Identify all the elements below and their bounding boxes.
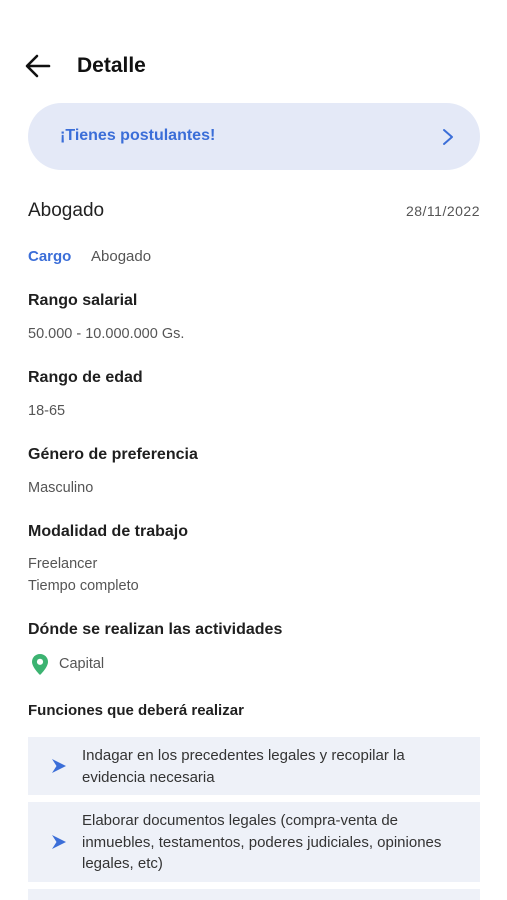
function-item: Elaborar documentos legales (compra-vent… bbox=[28, 802, 480, 882]
function-item-text: Elaborar documentos legales (compra-vent… bbox=[82, 812, 442, 872]
applicants-banner-text: ¡Tienes postulantes! bbox=[60, 127, 216, 144]
arrow-right-icon bbox=[52, 835, 66, 849]
map-pin-icon bbox=[32, 654, 48, 675]
job-date: 28/11/2022 bbox=[405, 203, 480, 219]
page-title: Detalle bbox=[77, 54, 146, 77]
age-heading: Rango de edad bbox=[28, 369, 143, 386]
gender-value: Masculino bbox=[28, 480, 94, 496]
modality-value-freelancer: Freelancer bbox=[28, 556, 98, 572]
modality-value-fulltime: Tiempo completo bbox=[28, 578, 139, 594]
gender-heading: Género de preferencia bbox=[28, 446, 198, 463]
applicants-banner[interactable]: ¡Tienes postulantes! bbox=[28, 103, 480, 170]
job-title: Abogado bbox=[28, 200, 105, 221]
modality-heading: Modalidad de trabajo bbox=[28, 523, 189, 540]
function-item-text: Indagar en los precedentes legales y rec… bbox=[82, 747, 405, 786]
chevron-right-icon bbox=[443, 129, 453, 145]
salary-value: 50.000 - 10.000.000 Gs. bbox=[28, 326, 185, 342]
function-item: Indagar en los precedentes legales y rec… bbox=[28, 737, 480, 795]
location-value: Capital bbox=[59, 656, 105, 672]
arrow-right-icon bbox=[52, 759, 66, 773]
age-value: 18-65 bbox=[28, 403, 66, 419]
back-arrow-icon[interactable] bbox=[24, 53, 52, 79]
functions-heading: Funciones que deberá realizar bbox=[28, 702, 244, 719]
salary-heading: Rango salarial bbox=[28, 292, 138, 309]
function-item-partial bbox=[28, 889, 480, 900]
cargo-value: Abogado bbox=[91, 248, 152, 265]
header: Detalle bbox=[0, 44, 507, 88]
cargo-label: Cargo bbox=[28, 248, 72, 265]
location-heading: Dónde se realizan las actividades bbox=[28, 621, 283, 638]
